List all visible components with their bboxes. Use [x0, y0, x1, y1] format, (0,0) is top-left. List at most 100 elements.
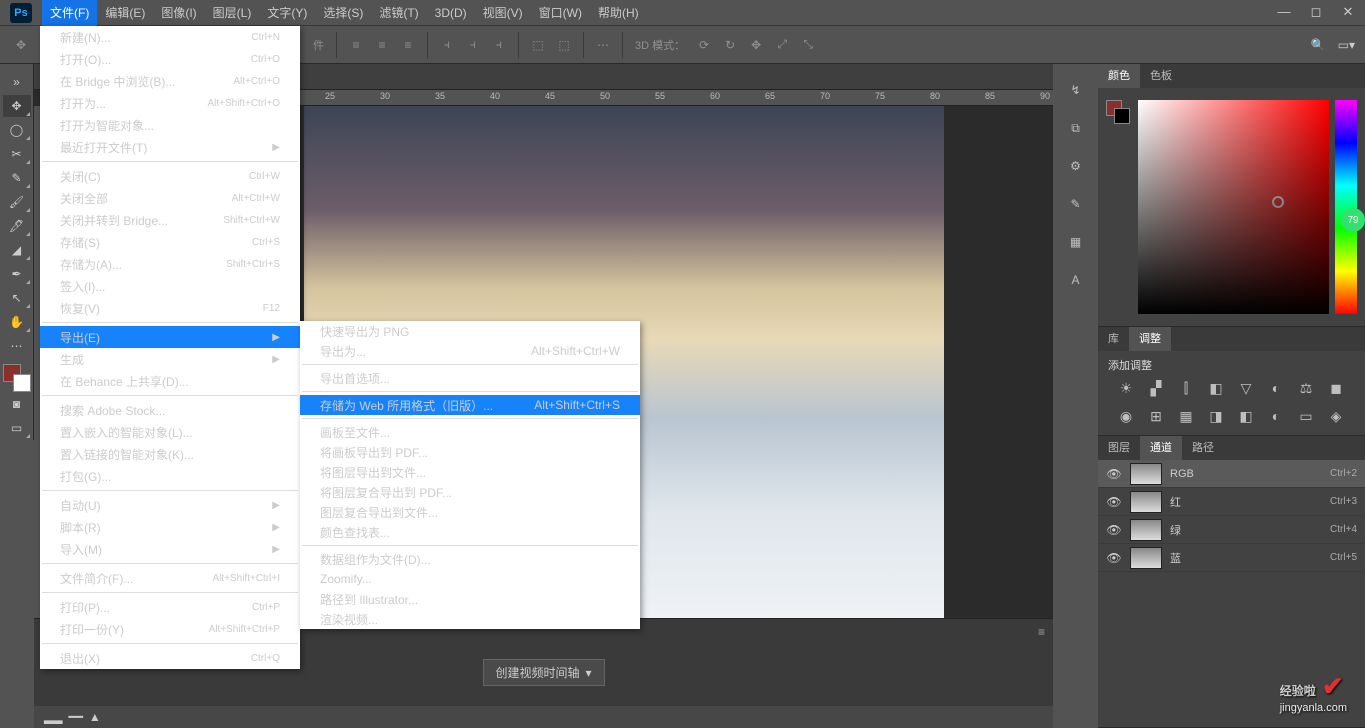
file-menu-item[interactable]: 打开(O)...Ctrl+O	[40, 48, 300, 70]
crop-tool[interactable]: ✂	[3, 143, 31, 165]
mini-fg-bg[interactable]	[1106, 100, 1130, 124]
menu-help[interactable]: 帮助(H)	[590, 0, 647, 26]
maximize-icon[interactable]: ◻	[1307, 4, 1325, 20]
brush-panel-icon[interactable]: ✎	[1062, 192, 1090, 216]
file-menu-item[interactable]: 搜索 Adobe Stock...	[40, 399, 300, 421]
export-menu-item[interactable]: 图层复合导出到文件...	[300, 502, 640, 522]
selective-color-icon[interactable]: ◈	[1326, 407, 1346, 425]
history-panel-icon[interactable]: ↯	[1062, 78, 1090, 102]
file-menu-item[interactable]: 导出(E)▶	[40, 326, 300, 348]
timeline-slider[interactable]: ━━	[68, 710, 82, 724]
3d-pan-icon[interactable]: ✥	[743, 32, 769, 58]
export-menu-item[interactable]: 数据组作为文件(D)...	[300, 549, 640, 569]
swatches-panel-icon[interactable]: ▦	[1062, 230, 1090, 254]
visibility-icon[interactable]: 👁	[1106, 551, 1122, 565]
channel-mixer-icon[interactable]: ⊞	[1146, 407, 1166, 425]
3d-roll-icon[interactable]: ↻	[717, 32, 743, 58]
timeline-zoom-out-icon[interactable]: ▂▂	[44, 710, 62, 724]
move-tool-icon[interactable]: ✥	[8, 32, 34, 58]
3d-slide-icon[interactable]: ⤢	[769, 32, 795, 58]
3d-zoom-icon[interactable]: ⤡	[795, 32, 821, 58]
channel-row[interactable]: 👁 RGB Ctrl+2	[1098, 460, 1365, 488]
align-right-icon[interactable]: ≡	[395, 32, 421, 58]
actions-panel-icon[interactable]: ⧉	[1062, 116, 1090, 140]
3d-orbit-icon[interactable]: ⟳	[691, 32, 717, 58]
align-center-icon[interactable]: ≡	[369, 32, 395, 58]
menu-view[interactable]: 视图(V)	[475, 0, 531, 26]
tab-library[interactable]: 库	[1098, 327, 1129, 351]
align-left-icon[interactable]: ≡	[343, 32, 369, 58]
tab-swatches[interactable]: 色板	[1140, 64, 1182, 88]
color-field[interactable]	[1138, 100, 1329, 314]
brush-tool[interactable]: 🖌	[3, 191, 31, 213]
file-menu-item[interactable]: 关闭(C)Ctrl+W	[40, 165, 300, 187]
align-bottom-icon[interactable]: ⫞	[486, 32, 512, 58]
export-menu-item[interactable]: 颜色查找表...	[300, 522, 640, 542]
hue-sat-icon[interactable]: ◐	[1266, 379, 1286, 397]
export-menu-item[interactable]: 渲染视频...	[300, 609, 640, 629]
distribute-h-icon[interactable]: ⬚	[525, 32, 551, 58]
channel-row[interactable]: 👁 红 Ctrl+3	[1098, 488, 1365, 516]
posterize-icon[interactable]: ◧	[1236, 407, 1256, 425]
export-menu-item[interactable]: 将图层复合导出到 PDF...	[300, 482, 640, 502]
minimize-icon[interactable]: —	[1275, 4, 1293, 20]
timeline-menu-icon[interactable]: ≡	[1038, 625, 1045, 639]
menu-filter[interactable]: 滤镜(T)	[371, 0, 426, 26]
export-menu-item[interactable]: 导出首选项...	[300, 368, 640, 388]
file-menu-item[interactable]: 签入(I)...	[40, 275, 300, 297]
color-picker-ring[interactable]	[1272, 196, 1284, 208]
file-menu-item[interactable]: 自动(U)▶	[40, 494, 300, 516]
create-video-timeline-button[interactable]: 创建视频时间轴 ▾	[482, 659, 604, 686]
bw-icon[interactable]: ◼	[1326, 379, 1346, 397]
menu-type[interactable]: 文字(Y)	[259, 0, 315, 26]
fg-bg-swatches[interactable]	[3, 364, 31, 392]
invert-icon[interactable]: ◨	[1206, 407, 1226, 425]
file-menu-item[interactable]: 脚本(R)▶	[40, 516, 300, 538]
color-lookup-icon[interactable]: ▦	[1176, 407, 1196, 425]
properties-panel-icon[interactable]: ⚙	[1062, 154, 1090, 178]
file-menu-item[interactable]: 文件简介(F)...Alt+Shift+Ctrl+I	[40, 567, 300, 589]
file-menu-item[interactable]: 置入嵌入的智能对象(L)...	[40, 421, 300, 443]
clone-tool[interactable]: 🖊	[3, 215, 31, 237]
vibrance-icon[interactable]: ▽	[1236, 379, 1256, 397]
brightness-icon[interactable]: ☀	[1116, 379, 1136, 397]
chevron-down-icon[interactable]: ▾	[585, 666, 591, 680]
curves-icon[interactable]: ⫿	[1176, 379, 1196, 397]
path-select-tool[interactable]: ↖	[3, 287, 31, 309]
export-menu-item[interactable]: 存储为 Web 所用格式（旧版）...Alt+Shift+Ctrl+S	[300, 395, 640, 415]
visibility-icon[interactable]: 👁	[1106, 523, 1122, 537]
photo-filter-icon[interactable]: ◉	[1116, 407, 1136, 425]
screen-mode-icon[interactable]: ▭	[3, 417, 31, 439]
export-menu-item[interactable]: 路径到 Illustrator...	[300, 589, 640, 609]
file-menu-item[interactable]: 打包(G)...	[40, 465, 300, 487]
hand-tool[interactable]: ✋	[3, 311, 31, 333]
gradient-map-icon[interactable]: ▭	[1296, 407, 1316, 425]
export-menu-item[interactable]: 导出为...Alt+Shift+Ctrl+W	[300, 341, 640, 361]
quick-mask-icon[interactable]: ◙	[3, 393, 31, 415]
character-panel-icon[interactable]: A	[1062, 268, 1090, 292]
search-icon[interactable]: 🔍	[1311, 38, 1326, 52]
file-menu-item[interactable]: 打开为智能对象...	[40, 114, 300, 136]
file-menu-item[interactable]: 打印一份(Y)Alt+Shift+Ctrl+P	[40, 618, 300, 640]
menu-layer[interactable]: 图层(L)	[205, 0, 260, 26]
file-menu-item[interactable]: 存储(S)Ctrl+S	[40, 231, 300, 253]
export-menu-item[interactable]: 画板至文件...	[300, 422, 640, 442]
file-menu-item[interactable]: 退出(X)Ctrl+Q	[40, 647, 300, 669]
move-tool[interactable]: ✥	[3, 95, 31, 117]
menu-image[interactable]: 图像(I)	[153, 0, 204, 26]
menu-edit[interactable]: 编辑(E)	[97, 0, 153, 26]
tab-paths[interactable]: 路径	[1182, 436, 1224, 460]
timeline-zoom-in-icon[interactable]: ▲	[89, 710, 101, 724]
gradient-tool[interactable]: ◢	[3, 239, 31, 261]
edit-toolbar-icon[interactable]: ⋯	[3, 335, 31, 357]
file-menu-item[interactable]: 打开为...Alt+Shift+Ctrl+O	[40, 92, 300, 114]
eyedropper-tool[interactable]: ✎	[3, 167, 31, 189]
channel-row[interactable]: 👁 蓝 Ctrl+5	[1098, 544, 1365, 572]
tab-adjustments[interactable]: 调整	[1129, 327, 1171, 351]
pen-tool[interactable]: ✒	[3, 263, 31, 285]
more-icon[interactable]: ⋯	[590, 32, 616, 58]
file-menu-item[interactable]: 在 Bridge 中浏览(B)...Alt+Ctrl+O	[40, 70, 300, 92]
file-menu-item[interactable]: 置入链接的智能对象(K)...	[40, 443, 300, 465]
file-menu-item[interactable]: 在 Behance 上共享(D)...	[40, 370, 300, 392]
export-menu-item[interactable]: Zoomify...	[300, 569, 640, 589]
